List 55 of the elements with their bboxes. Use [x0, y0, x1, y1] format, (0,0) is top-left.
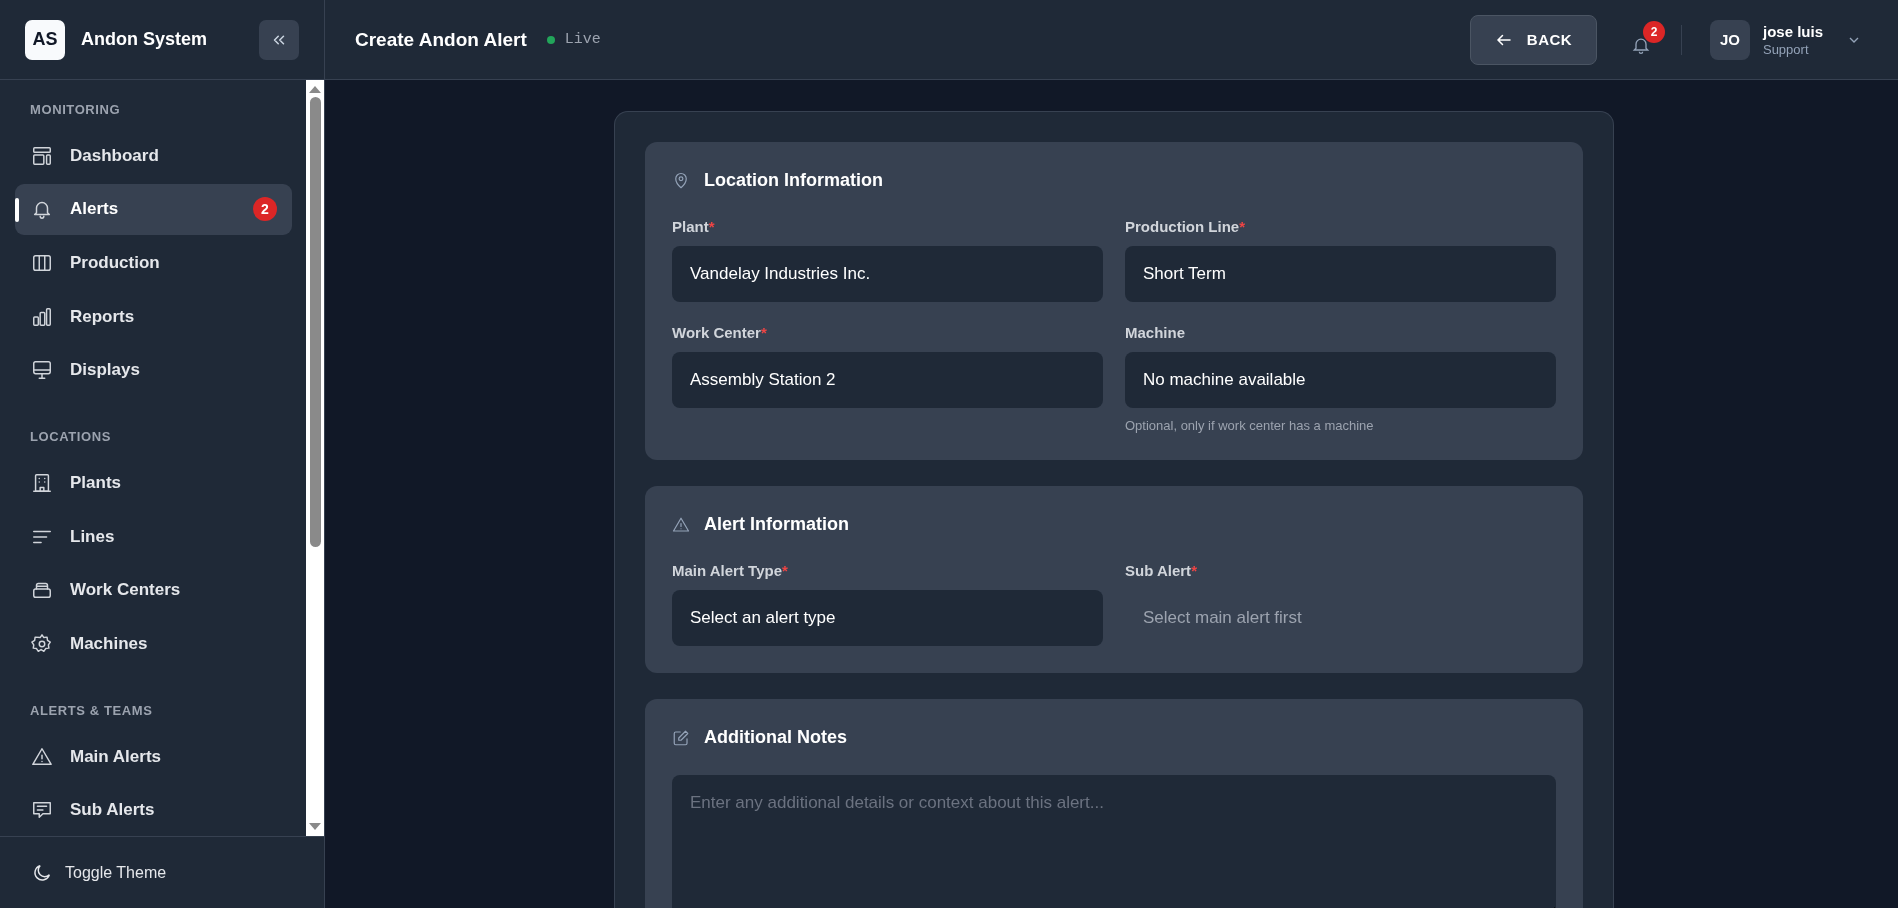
warning-icon [31, 745, 53, 768]
bars-icon [31, 305, 53, 328]
section-title: Alert Information [704, 514, 849, 535]
count-badge: 2 [253, 197, 277, 222]
notifications-button[interactable]: 2 [1626, 20, 1665, 59]
nav-item[interactable]: Lines [15, 510, 292, 563]
nav-item[interactable]: Dashboard [15, 130, 292, 182]
building-icon [31, 472, 53, 494]
back-button[interactable]: BACK [1469, 14, 1597, 65]
select-field[interactable]: Vandelay Industries Inc. [672, 246, 1103, 302]
select-field[interactable]: No machine available [1125, 352, 1556, 408]
gear-icon [31, 632, 53, 655]
status-text: Live [564, 31, 601, 48]
select-field[interactable]: Assembly Station 2 [672, 352, 1103, 408]
nav-section-title: LOCATIONS [29, 429, 112, 447]
monitor-icon [31, 359, 53, 382]
nav-item[interactable]: Main Alerts [15, 730, 292, 783]
nav-item[interactable]: Plants [15, 457, 292, 509]
user-menu[interactable]: JO jose luis Support [1709, 19, 1862, 60]
field-label: Work Center* [672, 324, 768, 341]
nav-item[interactable]: Production [15, 237, 292, 289]
select-field[interactable]: Short Term [1125, 246, 1556, 302]
section-title: Location Information [704, 170, 883, 191]
field-label: Main Alert Type* [672, 562, 789, 579]
nav-section-title: ALERTS & TEAMS [29, 702, 154, 720]
field-label: Plant* [672, 218, 716, 235]
status-dot [546, 35, 555, 44]
toggle-theme-button[interactable]: Toggle Theme [25, 857, 173, 888]
field-label: Production Line* [1125, 218, 1246, 235]
nav-item[interactable]: Work Centers [15, 564, 292, 617]
avatar: JO [1709, 19, 1750, 60]
edit-icon [672, 728, 690, 747]
nav-item[interactable]: Displays [15, 344, 292, 397]
app-name: Andon System [81, 29, 209, 50]
pin-icon [672, 171, 690, 190]
scrollbar[interactable] [306, 80, 324, 836]
warning-icon [672, 515, 690, 534]
collapse-sidebar-button[interactable] [259, 19, 299, 60]
user-name: jose luis [1762, 22, 1823, 40]
page-title: Create Andon Alert [355, 28, 527, 51]
field-hint: Optional, only if work center has a machine [1125, 418, 1375, 433]
field-label: Sub Alert* [1125, 562, 1198, 579]
field-label: Machine [1125, 324, 1186, 341]
select-field[interactable]: Select an alert type [672, 590, 1103, 646]
logo-badge: AS [25, 19, 65, 60]
nav-section-title: MONITORING [29, 102, 122, 119]
notification-badge: 2 [1642, 20, 1665, 43]
dashboard-icon [31, 144, 53, 167]
nav-item[interactable]: Reports [15, 290, 292, 343]
notes-field[interactable]: Enter any additional details or context about this alert... [672, 775, 1556, 908]
user-role: Support [1762, 41, 1809, 57]
section-title: Additional Notes [704, 727, 847, 748]
nav-item[interactable]: Alerts 2 [15, 183, 292, 236]
nav-item[interactable]: Machines [15, 618, 292, 670]
nav-item[interactable]: Sub Alerts [15, 784, 292, 836]
